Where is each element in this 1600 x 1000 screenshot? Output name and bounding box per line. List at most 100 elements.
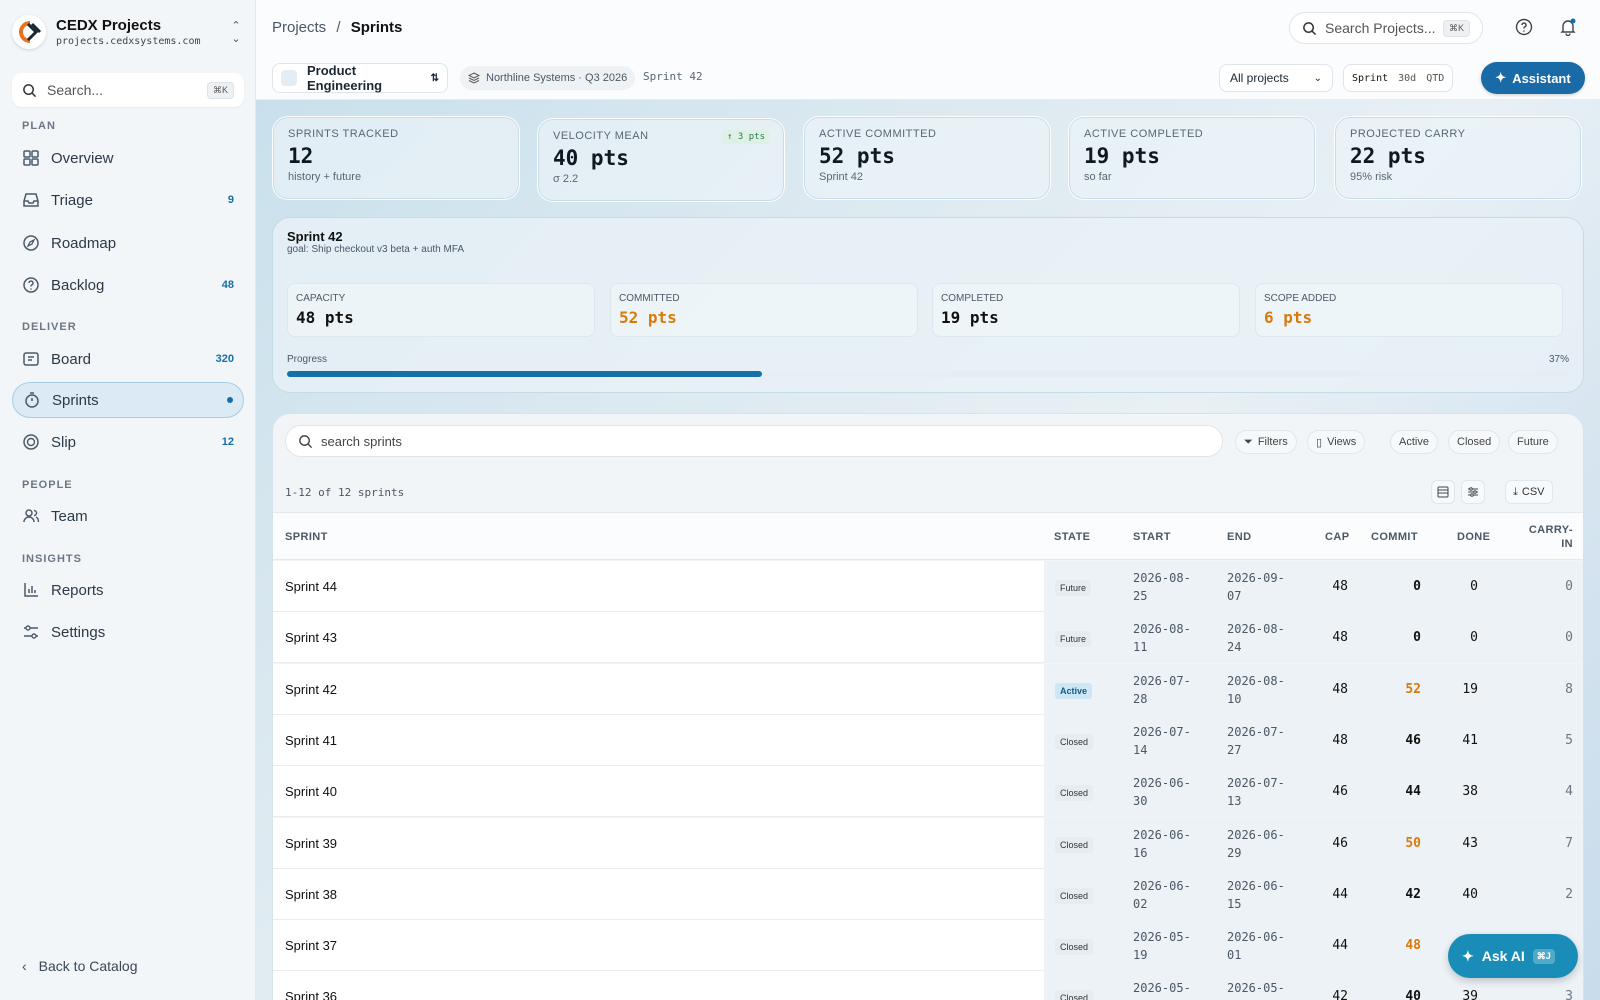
filter-closed[interactable]: Closed bbox=[1448, 430, 1501, 454]
kpi-title: PROJECTED CARRY bbox=[1350, 128, 1466, 140]
col-commit[interactable]: COMMIT bbox=[1371, 531, 1418, 543]
assistant-button[interactable]: ✦ Assistant bbox=[1481, 62, 1585, 94]
table-row[interactable]: Sprint 36 Closed 2026-05- 2026-05- 42 40 39 3 bbox=[273, 971, 1583, 1000]
cap-value: 46 bbox=[1332, 784, 1348, 800]
velocity-delta-badge: ↑ 3 pts bbox=[722, 130, 770, 144]
cap-value: 44 bbox=[1332, 886, 1348, 902]
filters-button[interactable]: ⏷ Filters bbox=[1235, 430, 1297, 454]
sprint-name[interactable]: Sprint 37 bbox=[285, 938, 337, 953]
sidebar-item-triage[interactable]: Triage 9 bbox=[12, 182, 244, 218]
done-value: 38 bbox=[1462, 784, 1478, 800]
cap-value: 48 bbox=[1332, 579, 1348, 594]
bell-icon[interactable] bbox=[1559, 18, 1577, 36]
range-option-qtd[interactable]: QTD bbox=[1421, 69, 1449, 88]
start-date-line1: 2026-06- bbox=[1133, 776, 1191, 791]
ask-ai-shortcut: ⌘J bbox=[1532, 948, 1555, 964]
stat-value: 48 pts bbox=[296, 308, 354, 327]
scope-select[interactable]: All projects ⌄ bbox=[1219, 64, 1333, 92]
projects-search-input[interactable]: Search Projects... ⌘K bbox=[1289, 12, 1483, 44]
help-icon[interactable] bbox=[1515, 18, 1533, 36]
sidebar-item-reports[interactable]: Reports bbox=[12, 572, 244, 608]
col-cap[interactable]: CAP bbox=[1325, 531, 1349, 543]
end-date-line1: 2026-09- bbox=[1227, 571, 1285, 585]
ask-ai-button[interactable]: ✦ Ask AI ⌘J bbox=[1448, 934, 1578, 978]
col-done[interactable]: DONE bbox=[1457, 531, 1490, 543]
active-sprint-panel: Sprint 42 goal: Ship checkout v3 beta + … bbox=[272, 217, 1584, 393]
sprint-name[interactable]: Sprint 36 bbox=[285, 989, 337, 1000]
sidebar-item-backlog[interactable]: Backlog 48 bbox=[12, 267, 244, 303]
sprint-name[interactable]: Sprint 39 bbox=[285, 836, 337, 851]
table-row[interactable]: Sprint 37 Closed 2026-05- 19 2026-06- 01 44 48 bbox=[273, 920, 1583, 972]
section-deliver: DELIVER bbox=[22, 321, 77, 333]
sidebar-item-settings[interactable]: Settings bbox=[12, 614, 244, 650]
sprint-search-input[interactable]: search sprints bbox=[285, 425, 1223, 457]
start-date-line1: 2026-08- bbox=[1133, 622, 1191, 637]
sidebar-item-count: 320 bbox=[215, 353, 234, 365]
sidebar-item-sprints[interactable]: Sprints bbox=[12, 382, 244, 418]
col-start[interactable]: START bbox=[1133, 531, 1171, 543]
col-sprint[interactable]: SPRINT bbox=[285, 531, 328, 543]
density-icon[interactable] bbox=[1431, 480, 1455, 504]
start-date-line2: 30 bbox=[1133, 794, 1148, 809]
col-state[interactable]: STATE bbox=[1054, 531, 1090, 543]
start-date: 2026-06- 02 bbox=[1133, 877, 1203, 913]
columns-settings-icon[interactable] bbox=[1461, 480, 1485, 504]
range-toggle: Sprint 30d QTD bbox=[1343, 64, 1454, 92]
filter-future[interactable]: Future bbox=[1508, 430, 1558, 454]
sidebar-item-overview[interactable]: Overview bbox=[12, 140, 244, 176]
sparkle-icon: ✦ bbox=[1462, 947, 1474, 964]
table-row[interactable]: Sprint 44 Future 2026-08- 25 2026-09- 07 48 0 0 0 bbox=[273, 561, 1583, 612]
breadcrumb-root[interactable]: Projects bbox=[272, 19, 326, 36]
sidebar-item-label: Triage bbox=[51, 191, 93, 209]
carry-in-value: 7 bbox=[1565, 835, 1573, 851]
end-date-line1: 2026-07- bbox=[1227, 776, 1285, 791]
start-date: 2026-08- 11 bbox=[1133, 620, 1203, 656]
cap-value: 48 bbox=[1332, 732, 1348, 748]
filter-active[interactable]: Active bbox=[1390, 430, 1438, 454]
sidebar-item-slip[interactable]: Slip 12 bbox=[12, 424, 244, 460]
views-button[interactable]: ▯ Views bbox=[1307, 430, 1366, 454]
table-row[interactable]: Sprint 42 Active 2026-07- 28 2026-08- 10 48 52 1… bbox=[273, 663, 1583, 715]
range-option-30d[interactable]: 30d bbox=[1393, 69, 1421, 88]
sidebar-item-label: Overview bbox=[51, 149, 114, 167]
col-end[interactable]: END bbox=[1227, 531, 1251, 543]
sidebar-search[interactable]: Search... ⌘K bbox=[12, 73, 244, 107]
table-row[interactable]: Sprint 39 Closed 2026-06- 16 2026-06- 29 46 50 4… bbox=[273, 817, 1583, 869]
end-date: 2026-06- 29 bbox=[1227, 826, 1297, 862]
workspace-switcher[interactable]: CEDX Projects projects.cedxsystems.com ⌃… bbox=[12, 12, 244, 52]
start-date: 2026-07- 14 bbox=[1133, 723, 1203, 759]
state-badge: Closed bbox=[1055, 887, 1094, 904]
table-row[interactable]: Sprint 40 Closed 2026-06- 30 2026-07- 13 46 44 3… bbox=[273, 766, 1583, 818]
end-date-line2: 24 bbox=[1227, 640, 1242, 655]
sidebar-item-team[interactable]: Team bbox=[12, 498, 244, 534]
sidebar-item-label: Slip bbox=[51, 433, 77, 451]
table-row[interactable]: Sprint 41 Closed 2026-07- 14 2026-07- 27 48 46 4… bbox=[273, 714, 1583, 766]
start-date-line2: 02 bbox=[1133, 896, 1148, 911]
col-carry-in-line1: CARRY- bbox=[1528, 524, 1573, 536]
start-date-line1: 2026-06- bbox=[1133, 827, 1191, 842]
col-carry-in[interactable]: CARRY- IN bbox=[1525, 523, 1573, 551]
table-row[interactable]: Sprint 38 Closed 2026-06- 02 2026-06- 15 44 42 4… bbox=[273, 868, 1583, 920]
range-option-sprint[interactable]: Sprint bbox=[1347, 69, 1393, 88]
table-row[interactable]: Sprint 43 Future 2026-08- 11 2026-08- 24 48 0 0 0 bbox=[273, 612, 1583, 664]
views-label: Views bbox=[1327, 436, 1357, 448]
sprint-name[interactable]: Sprint 44 bbox=[285, 579, 337, 594]
sprint-name[interactable]: Sprint 42 bbox=[285, 682, 337, 697]
kpi-value: 19 pts bbox=[1084, 144, 1160, 168]
state-badge: Closed bbox=[1055, 785, 1094, 802]
sprint-title: Sprint 42 bbox=[287, 229, 343, 244]
sprint-name[interactable]: Sprint 40 bbox=[285, 784, 337, 799]
sprint-name[interactable]: Sprint 41 bbox=[285, 733, 337, 748]
sidebar-item-roadmap[interactable]: Roadmap bbox=[12, 225, 244, 261]
sidebar-item-board[interactable]: Board 320 bbox=[12, 341, 244, 377]
project-selector[interactable]: Product Engineering ⇅ bbox=[272, 63, 448, 93]
sprint-name[interactable]: Sprint 43 bbox=[285, 630, 337, 645]
sidebar-item-count: 9 bbox=[227, 194, 234, 206]
back-to-catalog-link[interactable]: ‹ Back to Catalog bbox=[22, 958, 138, 974]
export-csv-button[interactable]: ⤓ CSV bbox=[1505, 480, 1553, 504]
sprint-name[interactable]: Sprint 38 bbox=[285, 887, 337, 902]
state-badge: Active bbox=[1055, 682, 1093, 699]
stat-scope-added: SCOPE ADDED 6 pts bbox=[1255, 283, 1563, 337]
commit-value: 0 bbox=[1413, 630, 1421, 646]
start-date: 2026-06- 30 bbox=[1133, 774, 1203, 810]
